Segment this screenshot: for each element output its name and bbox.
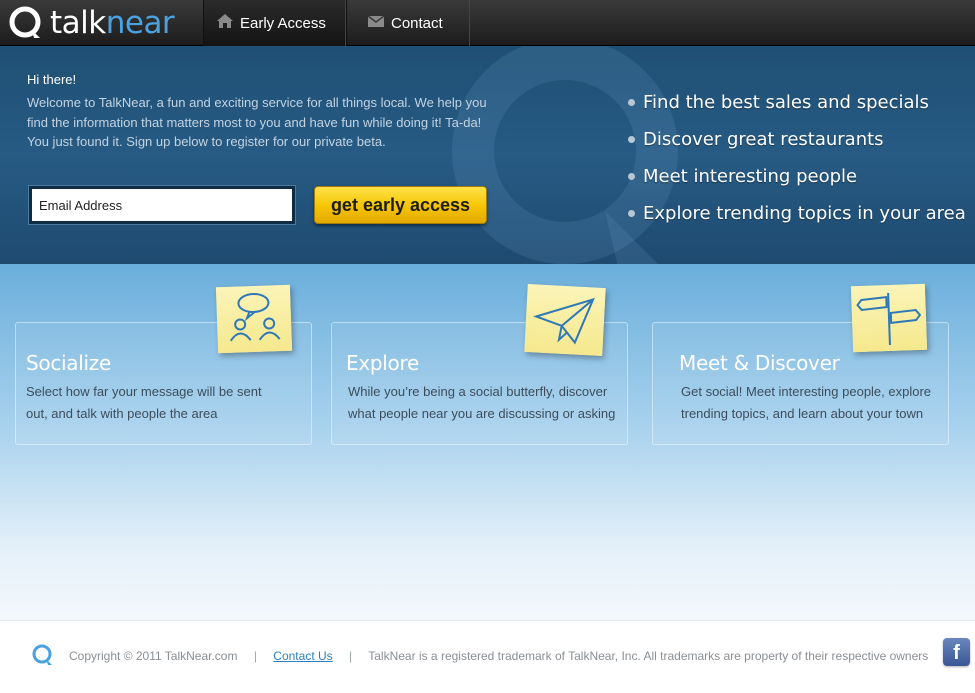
feature-item: Explore trending topics in your area: [628, 195, 966, 232]
signpost-icon: [850, 283, 928, 353]
footer-text: Copyright © 2011 TalkNear.com | Contact …: [69, 649, 928, 663]
logo-text-near: near: [105, 5, 175, 41]
facebook-icon[interactable]: f: [943, 638, 970, 666]
card-text-line: what people near you are discussing or a…: [348, 406, 616, 421]
card-text: Get social! Meet interesting people, exp…: [681, 381, 931, 425]
feature-item: Find the best sales and specials: [628, 84, 966, 121]
card-text-line: Get social! Meet interesting people, exp…: [681, 384, 932, 399]
feature-item: Meet interesting people: [628, 158, 966, 195]
footer-logo-icon: [31, 643, 55, 672]
logo-text-talk: talk: [50, 5, 106, 41]
top-nav-bar: talknear Early Access Contact: [0, 0, 975, 46]
talknear-logo-icon: [8, 5, 44, 41]
hero-welcome-text: Welcome to TalkNear, a fun and exciting …: [27, 95, 487, 149]
bullet-icon: [628, 99, 635, 106]
bullet-icon: [628, 173, 635, 180]
trademark-text: TalkNear is a registered trademark of Ta…: [368, 649, 929, 663]
footer-separator: |: [349, 649, 353, 663]
nav-contact[interactable]: Contact: [346, 0, 470, 46]
feature-list: Find the best sales and specials Discove…: [628, 84, 966, 232]
card-text: Select how far your message will be sent…: [26, 381, 262, 425]
card-title: Socialize: [26, 351, 111, 375]
feature-item-label: Explore trending topics in your area: [643, 203, 966, 224]
hero-banner: Hi there! Welcome to TalkNear, a fun and…: [0, 46, 975, 264]
footer-separator: |: [253, 649, 257, 663]
card-text-line: While you’re being a social butterfly, d…: [348, 384, 608, 399]
people-chat-icon: [215, 284, 293, 354]
nav-early-access[interactable]: Early Access: [203, 0, 346, 46]
card-text-line: out, and talk with people the area: [26, 406, 218, 421]
nav-early-access-label: Early Access: [240, 14, 326, 32]
nav-contact-label: Contact: [391, 14, 443, 32]
logo[interactable]: talknear: [8, 4, 175, 42]
email-field[interactable]: [32, 189, 292, 221]
card-text-line: Select how far your message will be sent: [26, 384, 262, 399]
bullet-icon: [628, 210, 635, 217]
card-text-line: trending topics, and learn about your to…: [681, 406, 924, 421]
card-title: Meet & Discover: [679, 351, 840, 375]
card-title: Explore: [346, 351, 419, 375]
feature-cards-section: Socialize Select how far your message wi…: [0, 264, 975, 620]
feature-item: Discover great restaurants: [628, 121, 966, 158]
logo-text: talknear: [50, 5, 175, 41]
paper-plane-icon: [524, 284, 606, 356]
envelope-icon: [367, 14, 391, 32]
footer: Copyright © 2011 TalkNear.com | Contact …: [0, 620, 975, 693]
feature-item-label: Find the best sales and specials: [643, 92, 929, 113]
get-early-access-button[interactable]: get early access: [314, 186, 487, 224]
card-text: While you’re being a social butterfly, d…: [348, 381, 615, 425]
copyright-text: Copyright © 2011 TalkNear.com: [69, 649, 238, 663]
home-icon: [216, 13, 240, 33]
hero-greeting: Hi there!: [27, 72, 77, 87]
feature-item-label: Meet interesting people: [643, 166, 858, 187]
feature-item-label: Discover great restaurants: [643, 129, 884, 150]
email-field-wrapper: [29, 186, 295, 224]
contact-us-link[interactable]: Contact Us: [273, 649, 332, 663]
bullet-icon: [628, 136, 635, 143]
